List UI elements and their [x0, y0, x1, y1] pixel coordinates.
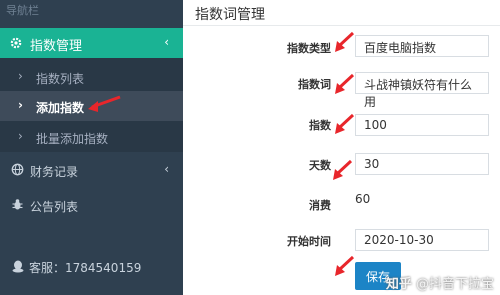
globe-icon [11, 163, 24, 176]
annotation-arrow-icon [335, 255, 355, 276]
sidebar-title: 导航栏 [6, 4, 39, 17]
index-word-input[interactable]: 斗战神镇妖符有什么用 [355, 72, 489, 109]
sidebar-item-label: 指数列表 [36, 72, 85, 86]
chevron-right-icon: › [18, 98, 23, 112]
word-label: 指数词 [298, 78, 331, 91]
index-label: 指数 [309, 119, 331, 132]
type-label: 指数类型 [287, 42, 331, 55]
annotation-arrow-icon [333, 159, 353, 180]
main-content: 指数词管理 指数类型 百度电脑指数 指数词 斗战神镇妖符有什么用 指数 100 … [183, 0, 500, 295]
days-label: 天数 [309, 159, 331, 172]
customer-service-label: 客服：1784540159 [29, 261, 142, 275]
chevron-right-icon: › [18, 129, 23, 143]
qq-icon [12, 260, 24, 273]
menu-finance-records[interactable]: 财务记录 ‹ [0, 155, 183, 185]
days-input[interactable]: 30 [355, 153, 489, 175]
annotation-arrow-icon [335, 113, 355, 134]
cost-value: 60 [355, 192, 371, 206]
start-time-input[interactable]: 2020-10-30 [355, 229, 489, 251]
annotation-arrow-icon [88, 95, 121, 112]
cost-label: 消费 [309, 199, 331, 212]
start-time-label: 开始时间 [287, 235, 331, 248]
menu-announcement-list-label: 公告列表 [30, 200, 79, 214]
annotation-arrow-icon [335, 31, 355, 52]
menu-index-management-label: 指数管理 [30, 39, 83, 54]
bug-icon [12, 199, 23, 210]
index-value-input[interactable]: 100 [355, 114, 489, 136]
annotation-arrow-icon [335, 73, 355, 94]
sidebar-item-label: 添加指数 [36, 101, 85, 115]
divider [183, 25, 500, 26]
sidebar: 导航栏 指数管理 ‹ › 指数列表 › 添加指数 › 批量添加指数 财务记录 ‹ [0, 0, 183, 295]
menu-finance-records-label: 财务记录 [30, 165, 79, 179]
sidebar-item-label: 批量添加指数 [36, 132, 109, 146]
sidebar-item-batch-add-index[interactable]: › 批量添加指数 [0, 122, 183, 152]
gear-icon [10, 37, 22, 49]
chevron-right-icon: › [18, 69, 23, 83]
index-type-select[interactable]: 百度电脑指数 [355, 35, 489, 57]
menu-index-management[interactable]: 指数管理 ‹ [0, 28, 183, 58]
chevron-left-icon: ‹ [164, 35, 169, 49]
page-title: 指数词管理 [195, 7, 265, 23]
sidebar-item-index-list[interactable]: › 指数列表 [0, 62, 183, 92]
customer-service: 客服：1784540159 [0, 256, 183, 276]
watermark-brand: 知乎 [385, 277, 412, 292]
watermark: 知乎 @抖音下拉宝 [386, 273, 494, 292]
menu-announcement-list[interactable]: 公告列表 [0, 190, 183, 220]
watermark-text: @抖音下拉宝 [415, 277, 494, 292]
chevron-left-icon: ‹ [164, 162, 169, 176]
